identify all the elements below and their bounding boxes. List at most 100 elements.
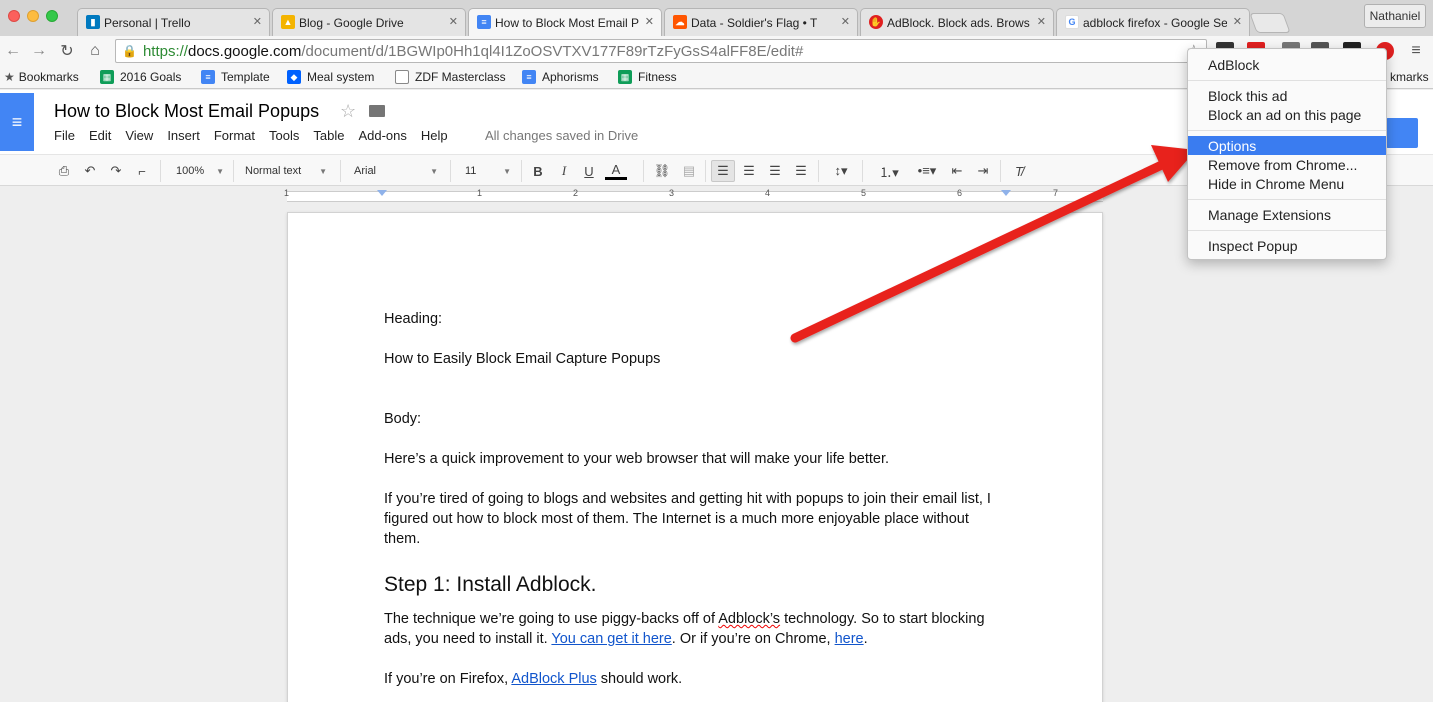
paint-format-icon[interactable]: ⌐ [134,162,150,180]
bookmark-aphorisms[interactable]: ≡ Aphorisms [522,70,599,84]
increase-indent-icon[interactable]: ⇥ [974,162,992,180]
close-icon[interactable]: ✕ [1037,15,1046,28]
close-window-button[interactable] [8,10,20,22]
soundcloud-icon: ☁ [673,15,687,29]
clear-formatting-icon[interactable]: T̸ [1010,162,1028,180]
align-center-icon[interactable]: ☰ [740,162,758,180]
body-label: Body: [384,411,422,427]
browser-window: ▮ Personal | Trello ✕ ▲ Blog - Google Dr… [0,0,1433,702]
align-left-icon[interactable]: ☰ [711,160,735,182]
close-icon[interactable]: ✕ [841,15,850,28]
font-size-select[interactable]: 11 ▼ [465,162,511,180]
line-spacing-icon[interactable]: ↕▾ [826,162,856,180]
back-icon[interactable]: ← [2,40,24,62]
menu-insert[interactable]: Insert [167,128,200,143]
align-justify-icon[interactable]: ☰ [792,162,810,180]
profile-button[interactable]: Nathaniel [1364,4,1426,28]
reload-icon[interactable]: ↻ [56,40,78,62]
text-color-icon[interactable]: A [605,162,627,180]
ruler-number: 5 [861,188,867,198]
decrease-indent-icon[interactable]: ⇤ [948,162,966,180]
doc-title[interactable]: How to Block Most Email Popups [54,101,319,122]
bookmark-fitness[interactable]: ▦ Fitness [618,70,677,84]
bold-icon[interactable]: B [531,162,545,180]
bookmark-template[interactable]: ≡ Template [201,70,270,84]
paragraph-4: If you’re on Firefox, AdBlock Plus shoul… [384,669,1004,689]
chrome-adblock-link[interactable]: here [835,631,864,647]
address-bar[interactable]: 🔒 https://docs.google.com/document/d/1BG… [115,39,1207,63]
menu-separator [1188,199,1386,200]
star-icon[interactable]: ☆ [340,101,356,122]
menu-help[interactable]: Help [421,128,448,143]
bookmark-meal-system[interactable]: ◆ Meal system [287,70,374,84]
menu-item-adblock[interactable]: AdBlock [1188,55,1386,74]
other-bookmarks[interactable]: kmarks [1390,70,1429,84]
menu-separator [1188,130,1386,131]
menu-item-hide-in-chrome-menu[interactable]: Hide in Chrome Menu [1188,174,1386,193]
document-canvas[interactable]: Heading: How to Easily Block Email Captu… [0,204,1433,702]
misspelled-word[interactable]: Adblock’s [718,611,780,627]
menu-table[interactable]: Table [313,128,344,143]
minimize-window-button[interactable] [27,10,39,22]
menu-addons[interactable]: Add-ons [358,128,406,143]
tab-google-search[interactable]: G adblock firefox - Google Se ✕ [1056,8,1250,36]
style-value: Normal text [245,165,302,177]
close-icon[interactable]: ✕ [253,15,262,28]
ruler-number: 1 [477,188,483,198]
bulleted-list-icon[interactable]: •≡▾ [910,162,944,180]
menu-tools[interactable]: Tools [269,128,299,143]
menu-view[interactable]: View [125,128,153,143]
left-indent-marker[interactable] [377,190,387,196]
folder-icon[interactable] [369,105,385,117]
paragraph-2: If you’re tired of going to blogs and we… [384,491,991,547]
new-tab-button[interactable] [1249,13,1291,33]
menu-item-inspect-popup[interactable]: Inspect Popup [1188,236,1386,255]
share-button[interactable] [1386,118,1418,148]
menu-file[interactable]: File [54,128,75,143]
adblock-icon: ✋ [869,15,883,29]
docs-home-icon[interactable]: ≡ [0,93,34,151]
tab-google-docs[interactable]: ≡ How to Block Most Email Po ✕ [468,8,662,36]
tab-label: Data - Soldier's Flag • T [691,15,818,30]
print-icon[interactable]: ⎙ [56,162,72,180]
font-select[interactable]: Arial ▼ [354,162,438,180]
bookmark-2016-goals[interactable]: ▦ 2016 Goals [100,70,181,84]
maximize-window-button[interactable] [46,10,58,22]
bookmark-star-icon: ★ [4,70,15,84]
tab-trello[interactable]: ▮ Personal | Trello ✕ [77,8,270,36]
chrome-menu-icon[interactable]: ≡ [1405,40,1427,62]
adblock-plus-link[interactable]: AdBlock Plus [511,671,596,687]
comment-icon[interactable]: ▤ [680,162,698,180]
italic-icon[interactable]: I [557,162,571,180]
menu-format[interactable]: Format [214,128,255,143]
close-icon[interactable]: ✕ [449,15,458,28]
link-icon[interactable]: ⛓ [652,162,672,180]
redo-icon[interactable]: ↷ [108,162,124,180]
bookmarks-root[interactable]: ★ Bookmarks [4,70,79,84]
bookmark-zdf-masterclass[interactable]: ZDF Masterclass [395,70,506,84]
menu-edit[interactable]: Edit [89,128,111,143]
close-icon[interactable]: ✕ [1233,15,1242,28]
menu-item-block-this-ad[interactable]: Block this ad [1188,86,1386,105]
paragraph-style-select[interactable]: Normal text ▼ [245,162,327,180]
tab-soundcloud[interactable]: ☁ Data - Soldier's Flag • T ✕ [664,8,858,36]
menu-item-manage-extensions[interactable]: Manage Extensions [1188,205,1386,224]
undo-icon[interactable]: ↶ [82,162,98,180]
forward-icon[interactable]: → [28,40,50,62]
underline-icon[interactable]: U [582,162,596,180]
right-indent-marker[interactable] [1001,190,1011,196]
home-icon[interactable]: ⌂ [84,40,106,62]
menu-item-remove-from-chrome[interactable]: Remove from Chrome... [1188,155,1386,174]
document-page[interactable]: Heading: How to Easily Block Email Captu… [287,212,1103,702]
menu-item-block-ad-on-page[interactable]: Block an ad on this page [1188,105,1386,124]
adblock-link[interactable]: You can get it here [551,631,671,647]
tab-adblock[interactable]: ✋ AdBlock. Block ads. Brows ✕ [860,8,1054,36]
close-icon[interactable]: ✕ [645,15,654,28]
bookmark-label: Meal system [307,70,375,84]
numbered-list-icon[interactable]: ⒈▾ [872,162,906,180]
zoom-select[interactable]: 100% ▼ [176,162,224,180]
tab-google-drive[interactable]: ▲ Blog - Google Drive ✕ [272,8,466,36]
menu-item-options[interactable]: Options [1188,136,1386,155]
sheets-icon: ▦ [618,70,632,84]
align-right-icon[interactable]: ☰ [766,162,784,180]
